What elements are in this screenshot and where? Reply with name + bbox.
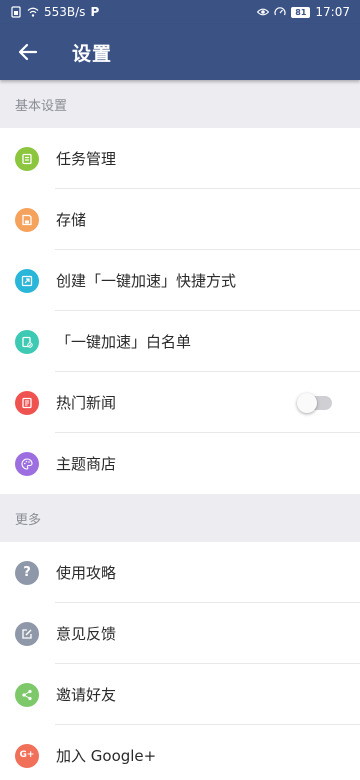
app-bar: 设置 xyxy=(0,24,360,80)
list-item-label: 热门新闻 xyxy=(56,394,117,412)
list-item-label: 意见反馈 xyxy=(56,625,117,643)
google-plus-icon: G+ xyxy=(15,743,39,768)
list-item-whitelist[interactable]: 「一键加速」白名单 xyxy=(0,311,360,372)
page-title: 设置 xyxy=(72,42,113,65)
sim-card-icon xyxy=(11,6,21,18)
list-item-feedback[interactable]: 意见反馈 xyxy=(0,603,360,664)
list-item-user-guide[interactable]: ? 使用攻略 xyxy=(0,542,360,603)
speedometer-icon xyxy=(274,7,286,16)
list-item-theme-store[interactable]: 主题商店 xyxy=(0,433,360,494)
section-header-basic: 基本设置 xyxy=(0,80,360,128)
network-speed: 553B/s xyxy=(44,5,86,19)
list-item-label: 存储 xyxy=(56,211,87,229)
list-item-label: 邀请好友 xyxy=(56,686,117,704)
list-item-label: 「一键加速」白名单 xyxy=(56,333,192,351)
section-header-more: 更多 xyxy=(0,494,360,542)
help-icon: ? xyxy=(15,560,39,585)
whitelist-icon xyxy=(15,329,39,354)
arrow-left-icon xyxy=(18,43,38,61)
toggle-knob xyxy=(297,392,317,413)
status-bar: 553B/s 𝗣 81 17:07 xyxy=(0,0,360,24)
settings-list: 基本设置 任务管理 存储 创建「一键加速」快捷方式 「一键加速」白名单 热门新闻 xyxy=(0,80,360,780)
list-item-create-shortcut[interactable]: 创建「一键加速」快捷方式 xyxy=(0,250,360,311)
list-item-label: 主题商店 xyxy=(56,455,117,473)
list-item-task-manager[interactable]: 任务管理 xyxy=(0,128,360,189)
shortcut-icon xyxy=(15,268,39,293)
feedback-icon xyxy=(15,621,39,646)
p-app-icon: 𝗣 xyxy=(90,5,100,19)
battery-indicator: 81 xyxy=(291,6,311,18)
list-item-storage[interactable]: 存储 xyxy=(0,189,360,250)
list-item-label: 加入 Google+ xyxy=(56,747,157,765)
news-icon xyxy=(15,390,39,415)
clock: 17:07 xyxy=(315,5,350,19)
list-item-label: 任务管理 xyxy=(56,150,117,168)
hot-news-toggle[interactable] xyxy=(297,392,332,413)
theme-palette-icon xyxy=(15,451,39,476)
share-icon xyxy=(15,682,39,707)
list-item-label: 创建「一键加速」快捷方式 xyxy=(56,272,237,290)
task-list-icon xyxy=(15,146,39,171)
storage-icon xyxy=(15,207,39,232)
list-item-label: 使用攻略 xyxy=(56,564,117,582)
wifi-icon xyxy=(27,7,39,17)
eye-icon xyxy=(257,8,270,16)
back-button[interactable] xyxy=(0,24,56,80)
list-item-invite-friends[interactable]: 邀请好友 xyxy=(0,664,360,725)
list-item-google-plus[interactable]: G+ 加入 Google+ xyxy=(0,725,360,780)
list-item-hot-news[interactable]: 热门新闻 xyxy=(0,372,360,433)
